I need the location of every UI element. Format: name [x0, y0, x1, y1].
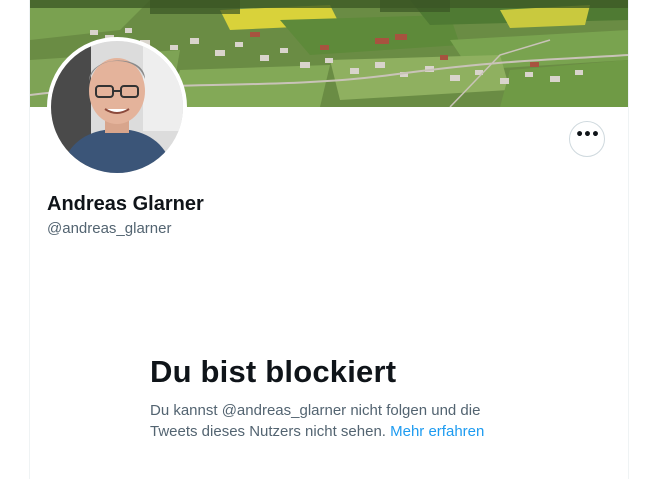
blocked-title: Du bist blockiert: [150, 354, 397, 389]
learn-more-link[interactable]: Mehr erfahren: [390, 423, 484, 440]
ellipsis-horizontal-icon: •••: [575, 127, 600, 143]
avatar-photo-graphic: [51, 41, 183, 173]
blocked-message: Du kannst @andreas_glarner nicht folgen …: [150, 400, 510, 442]
more-options-button[interactable]: •••: [569, 121, 605, 157]
profile-handle: @andreas_glarner: [47, 220, 172, 237]
profile-avatar[interactable]: [47, 37, 187, 177]
profile-column: ••• Andreas Glarner @andreas_glarner Du …: [29, 0, 629, 479]
profile-display-name: Andreas Glarner: [47, 193, 204, 215]
